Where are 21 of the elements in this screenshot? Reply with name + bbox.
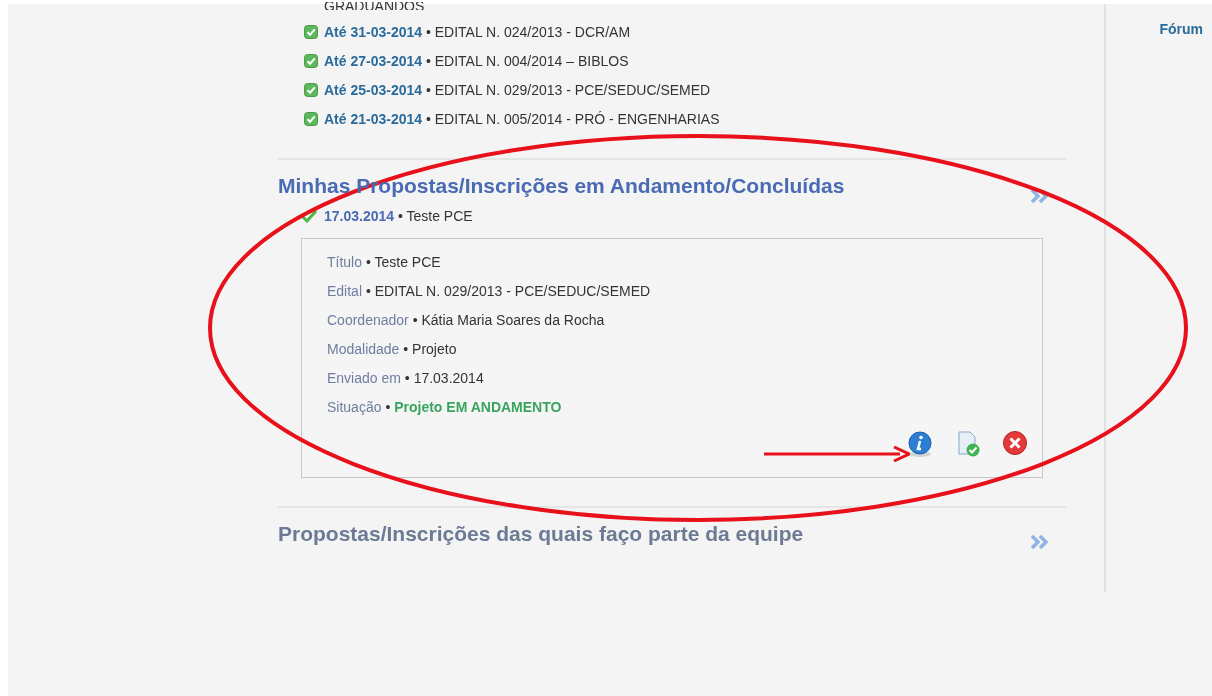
- list-item-text: Até 21-03-2014 • EDITAL N. 005/2014 - PRÓ - ENGENHARIAS: [324, 109, 720, 129]
- list-item-text: Até 31-03-2014 • EDITAL N. 024/2013 - DCR/AM: [324, 22, 631, 42]
- checkbox-checked-icon: [304, 25, 318, 39]
- section-heading[interactable]: Propostas/Inscrições das quais faço parte da equipe: [278, 518, 804, 550]
- detail-row-text: Situação • Projeto EM ANDAMENTO: [327, 398, 563, 416]
- info-icon[interactable]: [906, 430, 934, 458]
- entry-title[interactable]: 17.03.2014 • Teste PCE: [324, 205, 473, 227]
- checkmark-icon: [300, 209, 318, 223]
- detail-row-text: Título • Teste PCE: [327, 253, 442, 271]
- list-item-text: Até 25-03-2014 • EDITAL N. 029/2013 - PCE/SEDUC/SEMED: [324, 80, 711, 100]
- checkbox-checked-icon: [304, 54, 318, 68]
- forum-link[interactable]: Fórum: [1159, 19, 1203, 37]
- detail-row-text: Enviado em • 17.03.2014: [327, 369, 485, 387]
- detail-row-text: Modalidade • Projeto: [327, 340, 458, 358]
- detail-row-text: Coordenador • Kátia Maria Soares da Rocha: [327, 311, 606, 329]
- list-item-text: Até 27-03-2014 • EDITAL N. 004/2014 – BIBLOS: [324, 51, 629, 71]
- double-chevron-icon[interactable]: [1030, 188, 1050, 204]
- delete-icon[interactable]: [1002, 430, 1028, 456]
- checkbox-checked-icon: [304, 83, 318, 97]
- checkbox-checked-icon: [304, 112, 318, 126]
- detail-row-text: Edital • EDITAL N. 029/2013 - PCE/SEDUC/SEMED: [327, 282, 652, 300]
